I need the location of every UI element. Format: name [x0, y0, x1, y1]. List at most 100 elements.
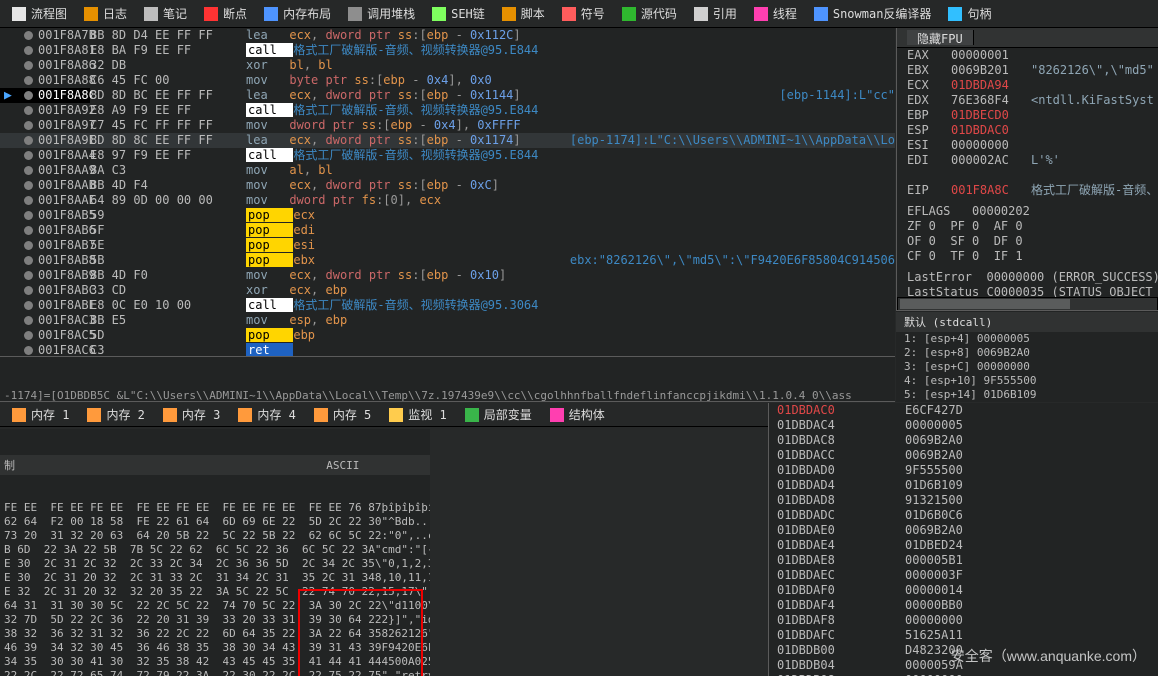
cpu-line[interactable]: 001F8A92E8 A9 F9 EE FFcall 格式工厂破解版-音频、视频… — [0, 103, 895, 118]
hex-row[interactable]: 46 39 34 32 30 45 36 46 38 35 38 30 34 4… — [0, 641, 430, 655]
breakpoint-dot[interactable] — [24, 316, 33, 325]
toolbar-线程[interactable]: 线程 — [746, 3, 805, 24]
cpu-line[interactable]: 001F8AB98B 4D F0mov ecx, dword ptr ss:[e… — [0, 268, 895, 283]
regs-tab[interactable]: 隐藏FPU — [897, 28, 1158, 48]
breakpoint-dot[interactable] — [24, 286, 33, 295]
hex-row[interactable]: 64 31 31 30 30 5C 22 2C 5C 22 74 70 5C 2… — [0, 599, 430, 613]
toolbar-脚本[interactable]: 脚本 — [494, 3, 553, 24]
stack-row[interactable]: 01DBDAF000000014 — [769, 583, 1158, 598]
breakpoint-dot[interactable] — [24, 226, 33, 235]
cpu-line[interactable]: 001F8ABEE8 0C E0 10 00call 格式工厂破解版-音频、视频… — [0, 298, 895, 313]
bottom-tab[interactable]: 内存 4 — [230, 404, 303, 425]
breakpoint-dot[interactable] — [24, 151, 33, 160]
register-line[interactable]: ESI00000000 — [897, 138, 1158, 153]
toolbar-内存布局[interactable]: 内存布局 — [256, 3, 339, 24]
stack-row[interactable]: 01DBDACC0069B2A0 — [769, 448, 1158, 463]
register-line[interactable]: EBP01DBECD0 — [897, 108, 1158, 123]
cpu-line[interactable]: 001F8AC55Dpop ebp — [0, 328, 895, 343]
stack-row[interactable]: 01DBDAD891321500 — [769, 493, 1158, 508]
hex-row[interactable]: 22 2C 22 72 65 74 72 79 22 3A 22 30 22 2… — [0, 669, 430, 676]
bottom-tab[interactable]: 内存 2 — [79, 404, 152, 425]
cpu-line[interactable]: 001F8A88C6 45 FC 00mov byte ptr ss:[ebp … — [0, 73, 895, 88]
stack-row[interactable]: 01DBDAD401D6B109 — [769, 478, 1158, 493]
cpu-line[interactable]: 001F8A97C7 45 FC FF FF FFmov dword ptr s… — [0, 118, 895, 133]
hex-row[interactable]: 62 64 F2 00 18 58 FE 22 61 64 6D 69 6E 2… — [0, 515, 430, 529]
breakpoint-dot[interactable] — [24, 181, 33, 190]
bottom-tab[interactable]: 内存 3 — [155, 404, 228, 425]
toolbar-断点[interactable]: 断点 — [196, 3, 255, 24]
bottom-tab[interactable]: 内存 5 — [306, 404, 379, 425]
cpu-line[interactable]: 001F8A81E8 BA F9 EE FFcall 格式工厂破解版-音频、视频… — [0, 43, 895, 58]
hex-row[interactable]: B 6D 22 3A 22 5B 7B 5C 22 62 6C 5C 22 36… — [0, 543, 430, 557]
register-line[interactable]: EIP001F8A8C格式工厂破解版-音频、 — [897, 183, 1158, 198]
breakpoint-dot[interactable] — [24, 301, 33, 310]
register-line[interactable]: EAX00000001 — [897, 48, 1158, 63]
breakpoint-dot[interactable] — [24, 31, 33, 40]
breakpoint-dot[interactable] — [24, 91, 33, 100]
cpu-line[interactable]: 001F8AC38B E5mov esp, ebp — [0, 313, 895, 328]
register-line[interactable]: ESP01DBDAC0 — [897, 123, 1158, 138]
stack-row[interactable]: 01DBDAEC0000003F — [769, 568, 1158, 583]
toolbar-流程图[interactable]: 流程图 — [4, 3, 75, 24]
toolbar-符号[interactable]: 符号 — [554, 3, 613, 24]
hex-row[interactable]: E 30 2C 31 2C 32 2C 33 2C 34 2C 36 36 5D… — [0, 557, 430, 571]
toolbar-笔记[interactable]: 笔记 — [136, 3, 195, 24]
breakpoint-dot[interactable] — [24, 241, 33, 250]
hex-row[interactable]: 32 7D 5D 22 2C 36 22 20 31 39 33 20 33 3… — [0, 613, 430, 627]
stack-row[interactable]: 01DBDAC0E6CF427D — [769, 403, 1158, 418]
breakpoint-dot[interactable] — [24, 61, 33, 70]
register-line[interactable]: EDX76E368F4<ntdll.KiFastSyste — [897, 93, 1158, 108]
cpu-line[interactable]: 001F8AB559pop ecx — [0, 208, 895, 223]
stack-row[interactable]: 01DBDAD09F555500 — [769, 463, 1158, 478]
cpu-line[interactable]: 001F8A7B8B 8D D4 EE FF FFlea ecx, dword … — [0, 28, 895, 43]
cpu-line[interactable]: 001F8A8632 DBxor bl, bl — [0, 58, 895, 73]
breakpoint-dot[interactable] — [24, 211, 33, 220]
hex-row[interactable]: E 30 2C 31 20 32 2C 31 33 2C 31 34 2C 31… — [0, 571, 430, 585]
stack-row[interactable]: 01DBDAE401DBED24 — [769, 538, 1158, 553]
stack-row[interactable]: 01DBDAFC51625A11 — [769, 628, 1158, 643]
stack-row[interactable]: 01DBDAE8000005B1 — [769, 553, 1158, 568]
breakpoint-dot[interactable] — [24, 136, 33, 145]
hex-row[interactable]: 34 35 30 30 41 30 32 35 38 42 43 45 45 3… — [0, 655, 430, 669]
cpu-line[interactable]: ▶001F8A8C8D 8D BC EE FF FFlea ecx, dword… — [0, 88, 895, 103]
toolbar-Snowman反编译器[interactable]: Snowman反编译器 — [806, 3, 940, 24]
register-line[interactable]: ECX01DBDA94 — [897, 78, 1158, 93]
cpu-line[interactable]: 001F8AAE64 89 0D 00 00 00mov dword ptr f… — [0, 193, 895, 208]
stack-row[interactable]: 01DBDADC01D6B0C6 — [769, 508, 1158, 523]
hex-row[interactable]: 73 20 31 32 20 63 64 20 5B 22 5C 22 5B 2… — [0, 529, 430, 543]
toolbar-引用[interactable]: 引用 — [686, 3, 745, 24]
cpu-line[interactable]: 001F8AA98A C3mov al, bl — [0, 163, 895, 178]
register-line[interactable]: EBX0069B201"8262126\",\"md5" — [897, 63, 1158, 78]
cpu-line[interactable]: 001F8A9E8D 8D 8C EE FF FFlea ecx, dword … — [0, 133, 895, 148]
hex-row[interactable]: 38 32 36 32 31 32 36 22 2C 22 6D 64 35 2… — [0, 627, 430, 641]
stack-row[interactable]: 01DBDAC400000005 — [769, 418, 1158, 433]
hex-row[interactable]: E 32 2C 31 20 32 32 20 35 22 3A 5C 22 5C… — [0, 585, 430, 599]
register-line[interactable]: EDI000002ACL'%' — [897, 153, 1158, 168]
cpu-line[interactable]: 001F8ABC33 CDxor ecx, ebp — [0, 283, 895, 298]
breakpoint-dot[interactable] — [24, 46, 33, 55]
toolbar-源代码[interactable]: 源代码 — [614, 3, 685, 24]
register-line[interactable] — [897, 168, 1158, 183]
toolbar-句柄[interactable]: 句柄 — [940, 3, 999, 24]
cpu-line[interactable]: 001F8AAB8B 4D F4mov ecx, dword ptr ss:[e… — [0, 178, 895, 193]
cpu-line[interactable]: 001F8AB85Bpop ebx ebx:"8262126\",\"md5\"… — [0, 253, 895, 268]
call-convention[interactable]: 默认 (stdcall) — [896, 312, 1158, 332]
cpu-line[interactable]: 001F8AB65Fpop edi — [0, 223, 895, 238]
bottom-tab[interactable]: 监视 1 — [381, 404, 454, 425]
cpu-line[interactable]: 001F8AC6C3ret — [0, 343, 895, 356]
breakpoint-dot[interactable] — [24, 166, 33, 175]
cpu-line[interactable]: 001F8AB75Epop esi — [0, 238, 895, 253]
breakpoint-dot[interactable] — [24, 196, 33, 205]
hex-dump[interactable]: 制 ASCII FE EE FE EE FE EE FE EE FE EE FE… — [0, 429, 430, 676]
stack-row[interactable]: 01DBDAE00069B2A0 — [769, 523, 1158, 538]
stack-row[interactable]: 01DBDAC80069B2A0 — [769, 433, 1158, 448]
toolbar-调用堆栈[interactable]: 调用堆栈 — [340, 3, 423, 24]
stack-panel[interactable]: 01DBDAC0E6CF427D01DBDAC40000000501DBDAC8… — [768, 403, 1158, 676]
bottom-tab[interactable]: 局部变量 — [457, 404, 540, 425]
breakpoint-dot[interactable] — [24, 331, 33, 340]
breakpoint-dot[interactable] — [24, 346, 33, 355]
stack-row[interactable]: 01DBDAF400000BB0 — [769, 598, 1158, 613]
breakpoint-dot[interactable] — [24, 121, 33, 130]
bottom-tab[interactable]: 内存 1 — [4, 404, 77, 425]
breakpoint-dot[interactable] — [24, 256, 33, 265]
